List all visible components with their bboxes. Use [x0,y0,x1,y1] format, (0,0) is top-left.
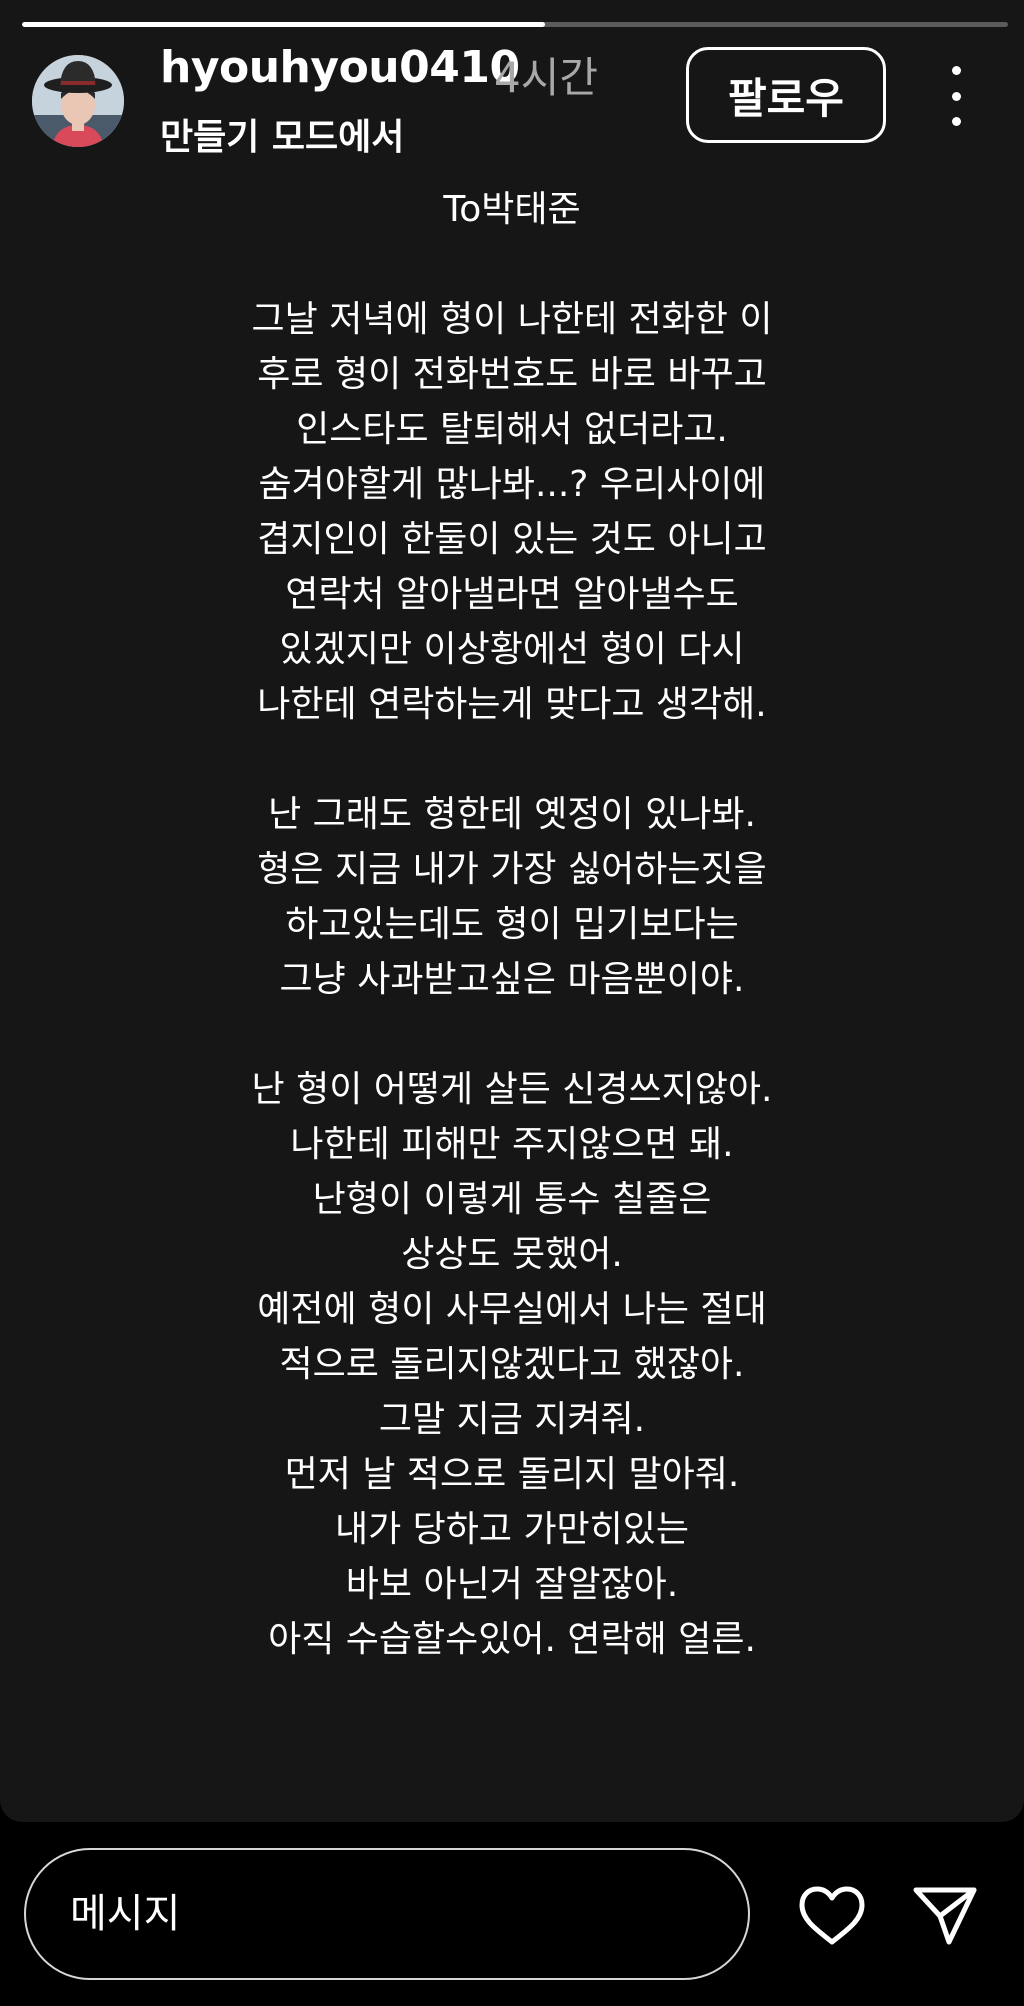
story-text-line: 연락처 알아낼라면 알아낼수도 [285,574,739,615]
more-dot [951,66,961,75]
story-blank-line [0,732,1024,787]
profile-photo [32,55,124,147]
heart-icon[interactable] [792,1880,872,1952]
post-time: 4시간 [494,53,599,102]
story-text-line: 내가 당하고 가만히있는 [334,1509,690,1550]
story-text-line: 그냥 사과받고싶은 마음뿐이야. [279,959,745,1000]
story-text-line: 난 형이 어떻게 살든 신경쓰지않아. [251,1069,773,1110]
story-text-line: 바보 아닌거 잘알잖아. [345,1564,679,1605]
story-text-line: 그말 지금 지켜줘. [378,1399,646,1440]
send-icon[interactable] [905,1878,985,1954]
more-vertical-icon[interactable] [936,66,976,126]
story-progress-fill [22,22,545,27]
story-text-line: 난형이 이렇게 통수 칠줄은 [312,1179,712,1220]
heart-icon-graphic [799,1886,865,1945]
avatar[interactable] [32,55,124,147]
story-text-line: 형은 지금 내가 가장 싫어하는짓을 [257,849,767,890]
story-text-line: 아직 수습할수있어. 연락해 얼른. [268,1619,756,1660]
story-text-line: 그날 저녁에 형이 나한테 전화한 이 [251,299,773,340]
story-text: To박태준그날 저녁에 형이 나한테 전화한 이후로 형이 전화번호도 바로 바… [0,182,1024,1667]
story-text-line: 숨겨야할게 많나봐...? 우리사이에 [258,464,766,505]
story-text-line: 있겠지만 이상황에선 형이 다시 [279,629,745,670]
follow-button[interactable]: 팔로우 [686,47,886,143]
create-mode-label: 만들기 모드에서 [160,117,405,158]
story-text-line: 예전에 형이 사무실에서 나는 절대 [257,1289,767,1330]
story-blank-line [0,237,1024,292]
send-icon-graphic [913,1887,977,1945]
more-dot [951,91,961,101]
story-text-line: 난 그래도 형한테 옛정이 있나봐. [268,794,756,835]
story-text-line: 먼저 날 적으로 돌리지 말아줘. [284,1454,740,1495]
story-blank-line [0,1007,1024,1062]
more-dot [951,117,961,126]
story-text-line: 나한테 연락하는게 맞다고 생각해. [257,684,767,725]
story-text-line: 적으로 돌리지않겠다고 했잖아. [279,1344,745,1385]
message-input[interactable] [24,1848,750,1980]
story-text-line: 나한테 피해만 주지않으면 돼. [290,1124,734,1165]
story-text-line: 후로 형이 전화번호도 바로 바꾸고 [257,354,767,395]
story-text-line: 인스타도 탈퇴해서 없더라고. [296,409,728,450]
story-text-line: To박태준 [443,189,581,230]
story-text-line: 하고있는데도 형이 밉기보다는 [285,904,739,945]
username[interactable]: hyouhyou0410 [160,42,520,93]
story-card: hyouhyou0410 4시간 만들기 모드에서 팔로우 To박태준그날 저녁… [0,0,1024,1822]
story-text-line: 겹지인이 한둘이 있는 것도 아니고 [257,519,767,560]
story-progress-bar [22,22,1008,27]
story-text-line: 상상도 못했어. [401,1234,623,1275]
